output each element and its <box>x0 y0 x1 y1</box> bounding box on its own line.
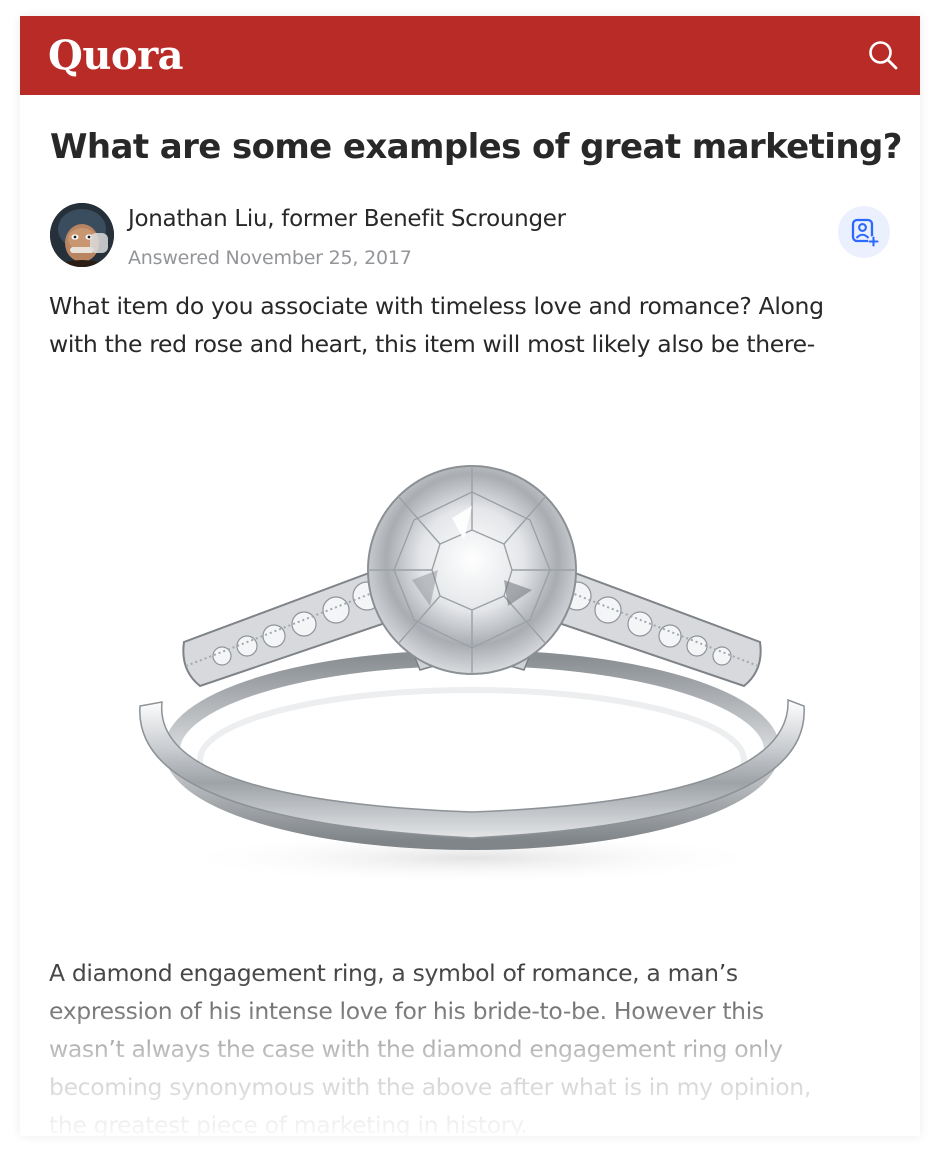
answer-body-line: wasn’t always the case with the diamond … <box>49 1035 783 1063</box>
question-title[interactable]: What are some examples of great marketin… <box>50 127 902 167</box>
answer-intro: What item do you associate with timeless… <box>49 287 899 363</box>
answer-intro-line: What item do you associate with timeless… <box>49 292 824 320</box>
answer-body-line: A diamond engagement ring, a symbol of r… <box>49 959 738 987</box>
quora-logo[interactable]: Quora <box>48 32 184 79</box>
add-person-icon <box>851 218 879 247</box>
answer-intro-line: with the red rose and heart, this item w… <box>49 330 815 358</box>
search-icon <box>869 41 898 70</box>
search-button[interactable] <box>866 38 900 72</box>
answer-date[interactable]: Answered November 25, 2017 <box>128 247 412 269</box>
author-avatar[interactable] <box>50 203 114 267</box>
top-bar: Quora <box>20 16 920 95</box>
answer-body-line: the greatest piece of marketing in histo… <box>49 1111 528 1136</box>
answer-body-line: becoming synonymous with the above after… <box>49 1073 811 1101</box>
author-name[interactable]: Jonathan Liu, former Benefit Scrounger <box>128 206 566 232</box>
answer-body: A diamond engagement ring, a symbol of r… <box>49 954 899 1136</box>
diamond-ring-image[interactable] <box>112 420 828 930</box>
answer-body-line: expression of his intense love for his b… <box>49 997 764 1025</box>
answer-card: Quora What are some examples of great ma… <box>20 16 920 1136</box>
follow-author-button[interactable] <box>838 206 890 258</box>
